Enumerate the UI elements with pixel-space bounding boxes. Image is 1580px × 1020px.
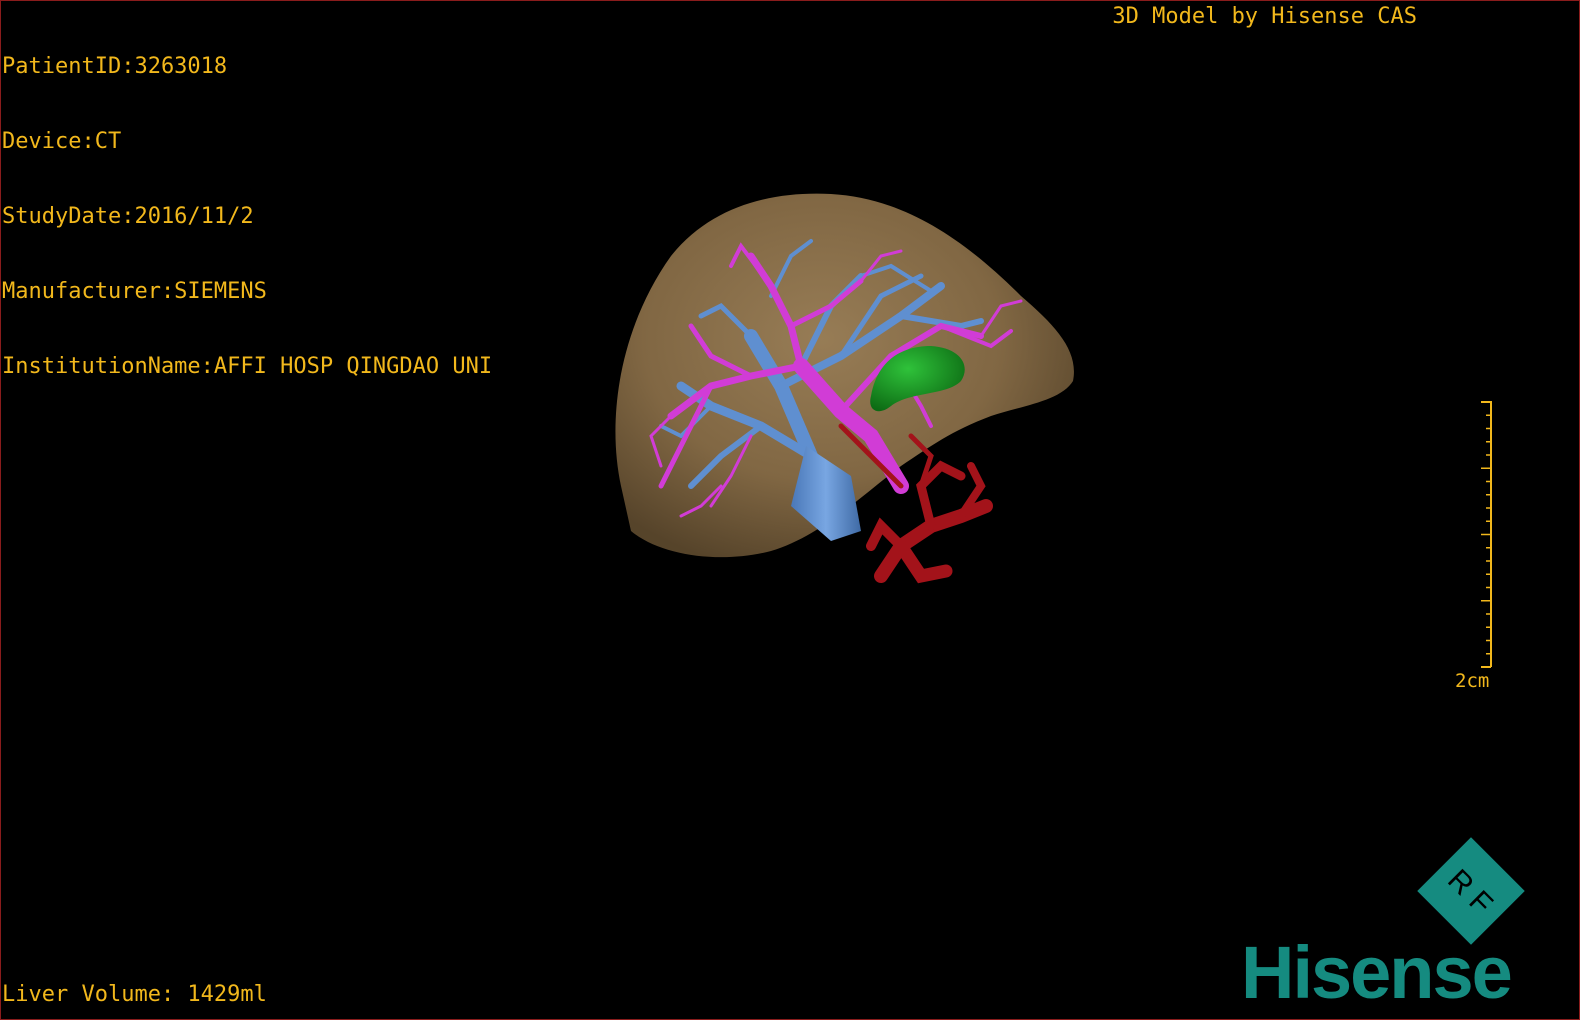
manufacturer: Manufacturer:SIEMENS <box>2 279 267 304</box>
hisense-logo: R F Hisense <box>1241 836 1579 1016</box>
scale-label: 2cm <box>1455 670 1490 692</box>
liver-volume: Liver Volume: 1429ml <box>2 982 267 1007</box>
institution-name: InstitutionName:AFFI HOSP QINGDAO UNI <box>2 354 493 379</box>
study-date: StudyDate:2016/11/2 <box>2 204 254 229</box>
model-credit: 3D Model by Hisense CAS <box>1112 4 1417 29</box>
liver-3d-model-icon[interactable] <box>601 186 1091 606</box>
patient-id: PatientID:3263018 <box>2 54 228 79</box>
hisense-brand-text: Hisense <box>1241 931 1511 1014</box>
dicom-info-block: PatientID:3263018 Device:CT StudyDate:20… <box>2 4 492 429</box>
device: Device:CT <box>2 129 122 154</box>
3d-viewport[interactable]: PatientID:3263018 Device:CT StudyDate:20… <box>0 0 1580 1020</box>
ruler-icon <box>1481 401 1505 673</box>
